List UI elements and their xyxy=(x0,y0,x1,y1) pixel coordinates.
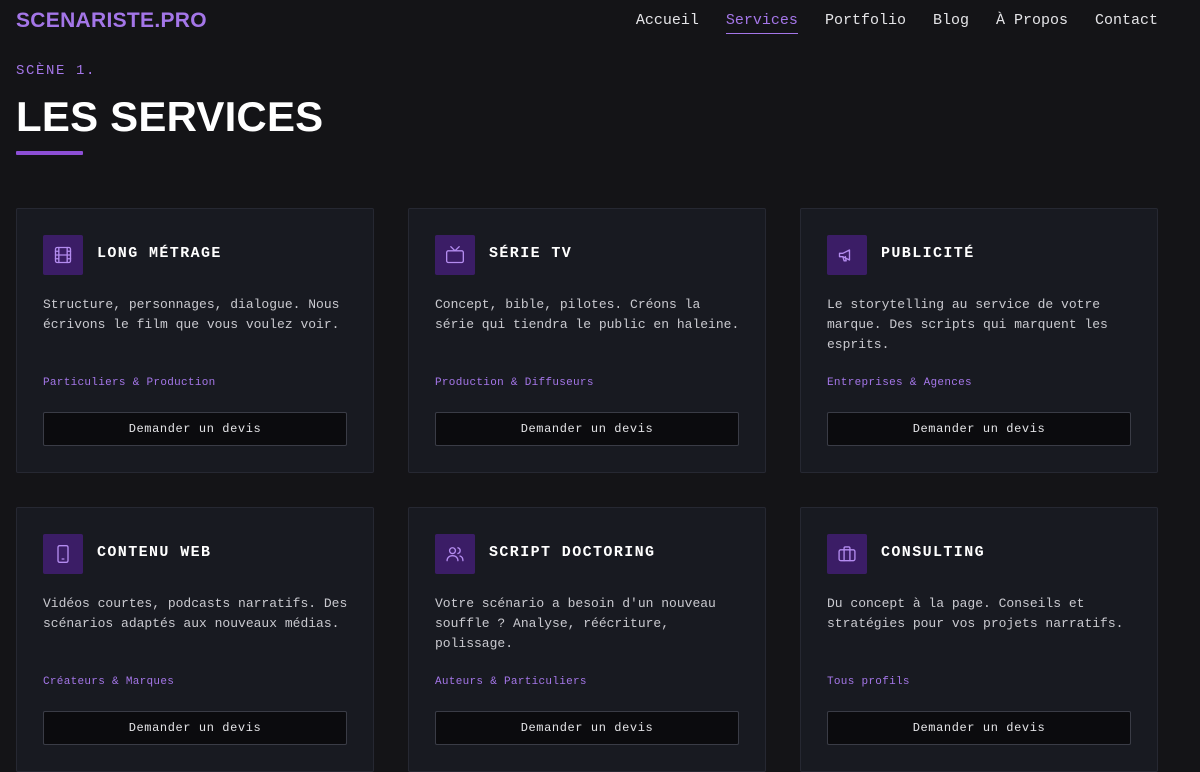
service-card-consulting: CONSULTING Du concept à la page. Conseil… xyxy=(800,507,1158,772)
card-audience: Production & Diffuseurs xyxy=(435,377,594,389)
card-title: LONG MÉTRAGE xyxy=(97,245,222,262)
card-description: Concept, bible, pilotes. Créons la série… xyxy=(435,297,740,332)
card-title: CONTENU WEB xyxy=(97,544,212,561)
service-card-serie-tv: SÉRIE TV Concept, bible, pilotes. Créons… xyxy=(408,208,766,473)
card-title: SÉRIE TV xyxy=(489,245,573,262)
request-quote-button[interactable]: Demander un devis xyxy=(435,412,739,446)
service-card-long-metrage: LONG MÉTRAGE Structure, personnages, dia… xyxy=(16,208,374,473)
card-audience: Particuliers & Production xyxy=(43,377,216,389)
request-quote-button[interactable]: Demander un devis xyxy=(827,412,1131,446)
megaphone-icon xyxy=(827,235,867,275)
nav-item-blog[interactable]: Blog xyxy=(933,12,969,34)
card-description: Le storytelling au service de votre marq… xyxy=(827,297,1108,352)
card-description: Structure, personnages, dialogue. Nous é… xyxy=(43,297,340,332)
card-title: SCRIPT DOCTORING xyxy=(489,544,656,561)
tv-icon xyxy=(435,235,475,275)
nav-item-contact[interactable]: Contact xyxy=(1095,12,1158,34)
request-quote-button[interactable]: Demander un devis xyxy=(43,711,347,745)
card-description: Vidéos courtes, podcasts narratifs. Des … xyxy=(43,596,348,631)
scene-label: SCÈNE 1. xyxy=(16,63,97,79)
card-audience: Tous profils xyxy=(827,676,910,688)
main-nav: Accueil Services Portfolio Blog À Propos… xyxy=(636,12,1158,34)
nav-item-portfolio[interactable]: Portfolio xyxy=(825,12,906,34)
card-title: PUBLICITÉ xyxy=(881,245,975,262)
site-header: SCENARISTE.PRO Accueil Services Portfoli… xyxy=(0,0,1200,44)
card-audience: Auteurs & Particuliers xyxy=(435,676,587,688)
nav-item-accueil[interactable]: Accueil xyxy=(636,12,699,34)
service-card-publicite: PUBLICITÉ Le storytelling au service de … xyxy=(800,208,1158,473)
page-title: LES SERVICES xyxy=(16,93,324,140)
card-title: CONSULTING xyxy=(881,544,986,561)
title-underline xyxy=(16,151,83,155)
film-icon xyxy=(43,235,83,275)
card-description: Votre scénario a besoin d'un nouveau sou… xyxy=(435,596,716,651)
site-logo[interactable]: SCENARISTE.PRO xyxy=(16,9,207,33)
service-card-script-doctoring: SCRIPT DOCTORING Votre scénario a besoin… xyxy=(408,507,766,772)
service-card-contenu-web: CONTENU WEB Vidéos courtes, podcasts nar… xyxy=(16,507,374,772)
card-description: Du concept à la page. Conseils et straté… xyxy=(827,596,1124,631)
smartphone-icon xyxy=(43,534,83,574)
briefcase-icon xyxy=(827,534,867,574)
nav-item-services[interactable]: Services xyxy=(725,12,798,34)
card-audience: Créateurs & Marques xyxy=(43,676,175,688)
nav-item-a-propos[interactable]: À Propos xyxy=(996,12,1068,34)
card-audience: Entreprises & Agences xyxy=(827,377,972,389)
request-quote-button[interactable]: Demander un devis xyxy=(827,711,1131,745)
request-quote-button[interactable]: Demander un devis xyxy=(435,711,739,745)
users-icon xyxy=(435,534,475,574)
request-quote-button[interactable]: Demander un devis xyxy=(43,412,347,446)
